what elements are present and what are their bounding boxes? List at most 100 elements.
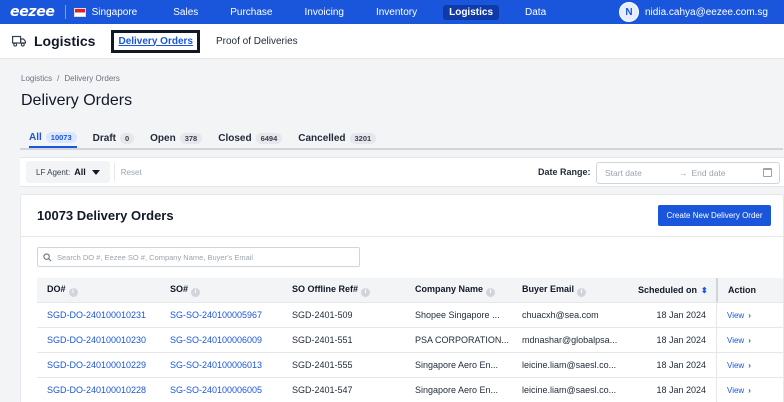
table-row: SGD-DO-240100010230 SG-SO-240100006009 S… xyxy=(37,328,783,353)
nav-item-purchase[interactable]: Purchase xyxy=(224,5,278,20)
status-count-badge: 3201 xyxy=(349,132,377,144)
filter-bar: LF Agent: All Reset Date Range: Start da… xyxy=(20,157,784,187)
lf-agent-dropdown[interactable]: LF Agent: All xyxy=(26,161,110,183)
column-header-company: Company Name i xyxy=(405,284,512,297)
scheduled-cell: 18 Jan 2024 xyxy=(656,385,706,395)
view-label: View xyxy=(727,310,745,320)
nav-item-logistics[interactable]: Logistics xyxy=(443,4,500,20)
do-number-link[interactable]: SGD-DO-240100010230 xyxy=(37,335,160,345)
info-icon[interactable]: i xyxy=(577,287,587,297)
info-icon[interactable]: i xyxy=(191,287,201,297)
offline-ref-cell: SGD-2401-509 xyxy=(292,310,353,320)
lf-agent-value: All xyxy=(74,167,86,177)
search-icon xyxy=(43,252,52,261)
status-tab-cancelled[interactable]: Cancelled 3201 xyxy=(298,122,377,148)
so-number-link[interactable]: SG-SO-240100006005 xyxy=(160,385,282,395)
buyer-email-cell: chuacxh@sea.com xyxy=(522,310,599,320)
buyer-email-cell: mdnashar@globalpsa... xyxy=(522,335,618,345)
arrow-right-icon: → xyxy=(679,168,688,178)
so-number-link[interactable]: SG-SO-240100006009 xyxy=(160,335,282,345)
do-number-link[interactable]: SGD-DO-240100010228 xyxy=(37,385,160,395)
status-tab-open[interactable]: Open 378 xyxy=(150,122,203,148)
view-label: View xyxy=(727,335,745,345)
nav-item-sales[interactable]: Sales xyxy=(167,5,204,20)
divider xyxy=(113,163,115,181)
country-selector[interactable]: Singapore xyxy=(92,7,138,18)
info-icon[interactable]: i xyxy=(68,287,78,297)
scheduled-cell: 18 Jan 2024 xyxy=(656,360,706,370)
chevron-right-icon: › xyxy=(748,335,751,345)
nav-item-inventory[interactable]: Inventory xyxy=(370,5,423,20)
nav-item-data[interactable]: Data xyxy=(519,5,552,20)
table-row: SGD-DO-240100010228 SG-SO-240100006005 S… xyxy=(37,378,783,402)
company-cell: Singapore Aero En... xyxy=(415,360,499,370)
so-number-link[interactable]: SG-SO-240100006013 xyxy=(160,360,282,370)
start-date-input[interactable]: Start date xyxy=(605,168,679,178)
sort-icon[interactable]: ⬍ xyxy=(701,286,708,295)
status-tab-label: Closed xyxy=(218,132,252,144)
column-header-action: Action xyxy=(716,278,773,302)
search-input[interactable] xyxy=(57,252,352,262)
nav-item-invoicing[interactable]: Invoicing xyxy=(299,5,350,20)
table-row: SGD-DO-240100010231 SG-SO-240100005967 S… xyxy=(37,303,783,328)
column-label: SO Offline Ref# xyxy=(292,283,359,294)
column-header-do: DO# i xyxy=(37,284,160,297)
column-header-buyer-email: Buyer Email i xyxy=(512,284,628,297)
info-icon[interactable]: i xyxy=(361,287,371,297)
user-email[interactable]: nidia.cahya@eezee.com.sg xyxy=(645,7,768,18)
page-title: Delivery Orders xyxy=(21,92,133,109)
breadcrumb: Logistics / Delivery Orders xyxy=(21,74,120,83)
column-label: DO# xyxy=(47,283,66,294)
status-tab-label: Cancelled xyxy=(298,132,346,144)
nav-divider xyxy=(64,5,66,19)
avatar[interactable]: N xyxy=(619,2,639,22)
status-tab-draft[interactable]: Draft 0 xyxy=(93,122,135,148)
view-label: View xyxy=(727,360,745,370)
do-number-link[interactable]: SGD-DO-240100010231 xyxy=(37,310,160,320)
status-count-badge: 6494 xyxy=(255,132,283,144)
singapore-flag-icon xyxy=(73,7,86,17)
end-date-input[interactable]: End date xyxy=(692,168,726,178)
column-label: SO# xyxy=(170,283,189,294)
user-menu[interactable]: N nidia.cahya@eezee.com.sg xyxy=(619,2,768,22)
company-cell: PSA CORPORATION... xyxy=(415,335,509,345)
info-icon[interactable]: i xyxy=(486,287,496,297)
offline-ref-cell: SGD-2401-555 xyxy=(292,360,353,370)
view-link[interactable]: View › xyxy=(727,386,751,395)
top-nav: eezee Singapore Sales Purchase Invoicing… xyxy=(0,0,784,24)
chevron-right-icon: › xyxy=(748,310,751,320)
status-tab-all[interactable]: All 10073 xyxy=(29,122,77,148)
truck-icon xyxy=(12,35,26,47)
view-link[interactable]: View › xyxy=(727,336,751,345)
column-label: Company Name xyxy=(415,283,484,294)
breadcrumb-current: Delivery Orders xyxy=(64,74,120,83)
tab-delivery-orders[interactable]: Delivery Orders xyxy=(111,29,200,53)
view-link[interactable]: View › xyxy=(727,361,751,370)
module-header: Logistics Delivery Orders Proof of Deliv… xyxy=(0,24,784,59)
column-label: Buyer Email xyxy=(522,283,575,294)
column-label: Action xyxy=(728,285,756,295)
search-box[interactable] xyxy=(37,247,360,267)
date-range-picker[interactable]: Start date → End date xyxy=(596,162,780,184)
tab-proof-of-deliveries[interactable]: Proof of Deliveries xyxy=(216,36,298,47)
card-title: 10073 Delivery Orders xyxy=(37,208,174,223)
create-delivery-order-button[interactable]: Create New Delivery Order xyxy=(658,205,771,226)
column-header-scheduled[interactable]: Scheduled on ⬍ xyxy=(628,285,716,295)
breadcrumb-root[interactable]: Logistics xyxy=(21,74,52,83)
status-tabs: All 10073 Draft 0 Open 378 Closed 6494 C… xyxy=(20,122,783,150)
status-tab-closed[interactable]: Closed 6494 xyxy=(218,122,283,148)
do-number-link[interactable]: SGD-DO-240100010229 xyxy=(37,360,160,370)
action-cell: View › xyxy=(716,303,773,327)
module-title: Logistics xyxy=(34,33,96,49)
so-number-link[interactable]: SG-SO-240100005967 xyxy=(160,310,282,320)
calendar-icon[interactable] xyxy=(763,168,772,177)
view-link[interactable]: View › xyxy=(727,311,751,320)
reset-button[interactable]: Reset xyxy=(121,168,142,177)
date-range-label: Date Range: xyxy=(538,167,591,177)
view-label: View xyxy=(727,385,745,395)
breadcrumb-separator: / xyxy=(57,74,60,83)
eezee-logo[interactable]: eezee xyxy=(10,4,55,20)
lf-agent-label: LF Agent: xyxy=(36,167,71,177)
status-tab-label: Open xyxy=(150,132,176,144)
caret-down-icon xyxy=(91,169,100,175)
